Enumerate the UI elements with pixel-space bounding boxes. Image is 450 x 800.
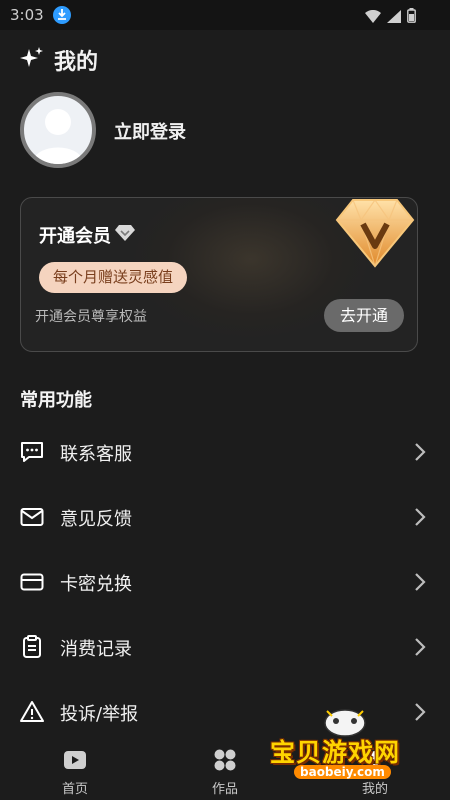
page-title: 我的 [54, 50, 99, 75]
chevron-right-icon [414, 572, 426, 596]
avatar[interactable] [20, 92, 96, 168]
menu-item-card-redeem[interactable]: 卡密兑换 [0, 552, 450, 612]
default-user-icon [32, 109, 84, 164]
wifi-icon [365, 8, 381, 27]
grid-icon [213, 749, 237, 776]
menu-item-label: 联系客服 [60, 444, 132, 465]
download-icon [53, 6, 71, 24]
menu-item-label: 投诉/举报 [60, 704, 139, 725]
watermark-logo: 宝贝游戏网 baobeiy.com [270, 705, 420, 795]
clipboard-icon [20, 635, 44, 659]
menu-item-customer-service[interactable]: 联系客服 [0, 422, 450, 482]
nav-item-works[interactable]: 作品 [185, 748, 265, 797]
nav-label: 首页 [61, 782, 88, 797]
vip-benefit-badge: 每个月赠送灵感值 [39, 262, 188, 293]
chevron-right-icon [414, 507, 426, 531]
watermark-url: baobeiy.com [294, 765, 391, 779]
card-icon [20, 570, 44, 594]
mail-icon [20, 505, 44, 529]
vip-description: 开通会员尊享权益 [35, 309, 147, 325]
menu-item-consumption-records[interactable]: 消费记录 [0, 617, 450, 677]
nav-item-home[interactable]: 首页 [35, 748, 115, 797]
chevron-right-icon [414, 442, 426, 466]
diamond-small-icon [115, 224, 135, 246]
watermark-text: 宝贝游戏网 [270, 738, 401, 767]
status-bar: 3:03 [0, 0, 450, 30]
menu-item-label: 消费记录 [60, 639, 132, 660]
nav-label: 作品 [211, 782, 238, 797]
page-header: 我的 [20, 44, 98, 76]
warning-icon [20, 700, 44, 724]
menu-item-feedback[interactable]: 意见反馈 [0, 487, 450, 547]
battery-icon [407, 8, 416, 27]
vip-title: 开通会员 [39, 226, 111, 247]
menu-item-label: 卡密兑换 [60, 574, 132, 595]
play-video-icon [63, 751, 87, 776]
chevron-right-icon [414, 637, 426, 661]
chat-bubble-icon [20, 440, 44, 464]
sparkle-icon [20, 46, 44, 74]
menu-item-label: 意见反馈 [60, 509, 132, 530]
status-time: 3:03 [10, 6, 44, 24]
login-link[interactable]: 立即登录 [114, 118, 186, 144]
vip-card[interactable]: 开通会员 每个月赠送灵感值 开通会员尊享权益 去开通 [20, 197, 418, 352]
vip-diamond-icon [335, 194, 415, 274]
signal-icon [387, 8, 401, 27]
vip-open-button[interactable]: 去开通 [324, 299, 404, 332]
section-title: 常用功能 [20, 390, 92, 411]
